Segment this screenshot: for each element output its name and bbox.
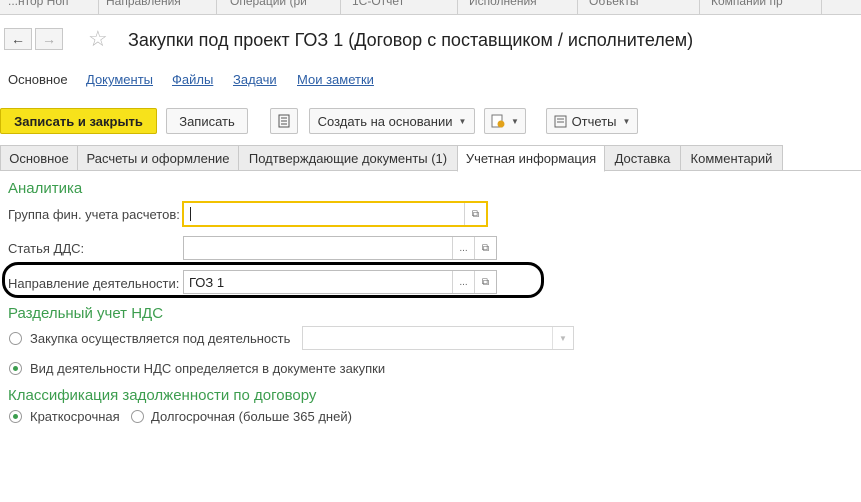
create-based-on-label: Создать на основании	[317, 113, 453, 129]
window-tab[interactable]: Исполнения	[461, 0, 578, 14]
open-icon[interactable]: ⧉	[474, 237, 496, 259]
debt-short-radio[interactable]	[9, 410, 22, 423]
section-main[interactable]: Основное	[8, 72, 68, 87]
text-cursor	[190, 207, 191, 221]
open-icon[interactable]: ⧉	[464, 203, 486, 225]
dds-field[interactable]: ... ⧉	[183, 236, 497, 260]
create-based-on-button[interactable]: Создать на основании ▼	[309, 108, 475, 134]
window-tab[interactable]: 1С-Отчет	[344, 0, 458, 14]
tab-accounting-info[interactable]: Учетная информация	[457, 145, 605, 172]
report-icon	[554, 115, 567, 127]
fin-group-label: Группа фин. учета расчетов:	[8, 207, 180, 222]
tab-comment[interactable]: Комментарий	[680, 145, 783, 171]
document-add-icon	[491, 114, 505, 128]
vat-group-title: Раздельный учет НДС	[8, 305, 164, 322]
fin-group-field[interactable]: ⧉	[182, 201, 488, 227]
vat-option1-radio[interactable]	[9, 332, 22, 345]
window-tab[interactable]: Компании пр	[703, 0, 822, 14]
window-tabs-strip: ...нтор Ноп Направления Операции (ри 1С-…	[0, 0, 861, 15]
section-notes[interactable]: Мои заметки	[297, 72, 374, 87]
debt-short-label: Краткосрочная	[30, 409, 120, 424]
page-title: Закупки под проект ГОЗ 1 (Договор с пост…	[128, 30, 694, 50]
debt-long-label: Долгосрочная (больше 365 дней)	[151, 409, 352, 424]
window-tab[interactable]: ...нтор Ноп	[0, 0, 99, 14]
favorite-star-icon[interactable]: ☆	[88, 27, 108, 51]
vat-option2-radio[interactable]	[9, 362, 22, 375]
chevron-down-icon: ▼	[458, 116, 467, 126]
reports-label: Отчеты	[571, 113, 617, 129]
back-button[interactable]: ←	[4, 28, 32, 50]
chevron-down-icon: ▼	[511, 116, 519, 126]
section-files[interactable]: Файлы	[172, 72, 213, 87]
highlight-annotation-oval	[2, 262, 544, 298]
arrow-left-icon: ←	[11, 31, 25, 47]
analytics-group-title: Аналитика	[8, 180, 83, 197]
list-icon	[278, 114, 290, 128]
radio-selected-dot	[13, 366, 18, 371]
chevron-down-icon: ▼	[622, 116, 631, 126]
window-tab[interactable]: Направления	[98, 0, 217, 14]
document-list-button[interactable]	[270, 108, 298, 134]
tab-main[interactable]: Основное	[0, 145, 78, 171]
chevron-down-icon: ▼	[552, 327, 573, 349]
section-tasks[interactable]: Задачи	[233, 72, 277, 87]
forward-button[interactable]: →	[35, 28, 63, 50]
radio-selected-dot	[13, 414, 18, 419]
tab-supporting-docs[interactable]: Подтверждающие документы (1)	[238, 145, 458, 171]
section-documents[interactable]: Документы	[86, 72, 153, 87]
tab-payments[interactable]: Расчеты и оформление	[77, 145, 239, 171]
arrow-right-icon: →	[42, 31, 56, 47]
window-tab[interactable]: Объекты	[581, 0, 700, 14]
debt-long-radio[interactable]	[131, 410, 144, 423]
vat-option1-label: Закупка осуществляется под деятельность	[30, 331, 291, 346]
tab-delivery[interactable]: Доставка	[604, 145, 681, 171]
window-tab[interactable]: Операции (ри	[222, 0, 341, 14]
attach-menu-button[interactable]: ▼	[484, 108, 526, 134]
select-ellipsis-icon[interactable]: ...	[452, 237, 474, 259]
dds-label: Статья ДДС:	[8, 241, 85, 256]
vat-option2-label: Вид деятельности НДС определяется в доку…	[30, 361, 386, 376]
vat-activity-select: ▼	[302, 326, 574, 350]
save-and-close-button[interactable]: Записать и закрыть	[0, 108, 157, 134]
save-button[interactable]: Записать	[166, 108, 248, 134]
reports-button[interactable]: Отчеты ▼	[546, 108, 638, 134]
debt-group-title: Классификация задолженности по договору	[8, 387, 317, 404]
